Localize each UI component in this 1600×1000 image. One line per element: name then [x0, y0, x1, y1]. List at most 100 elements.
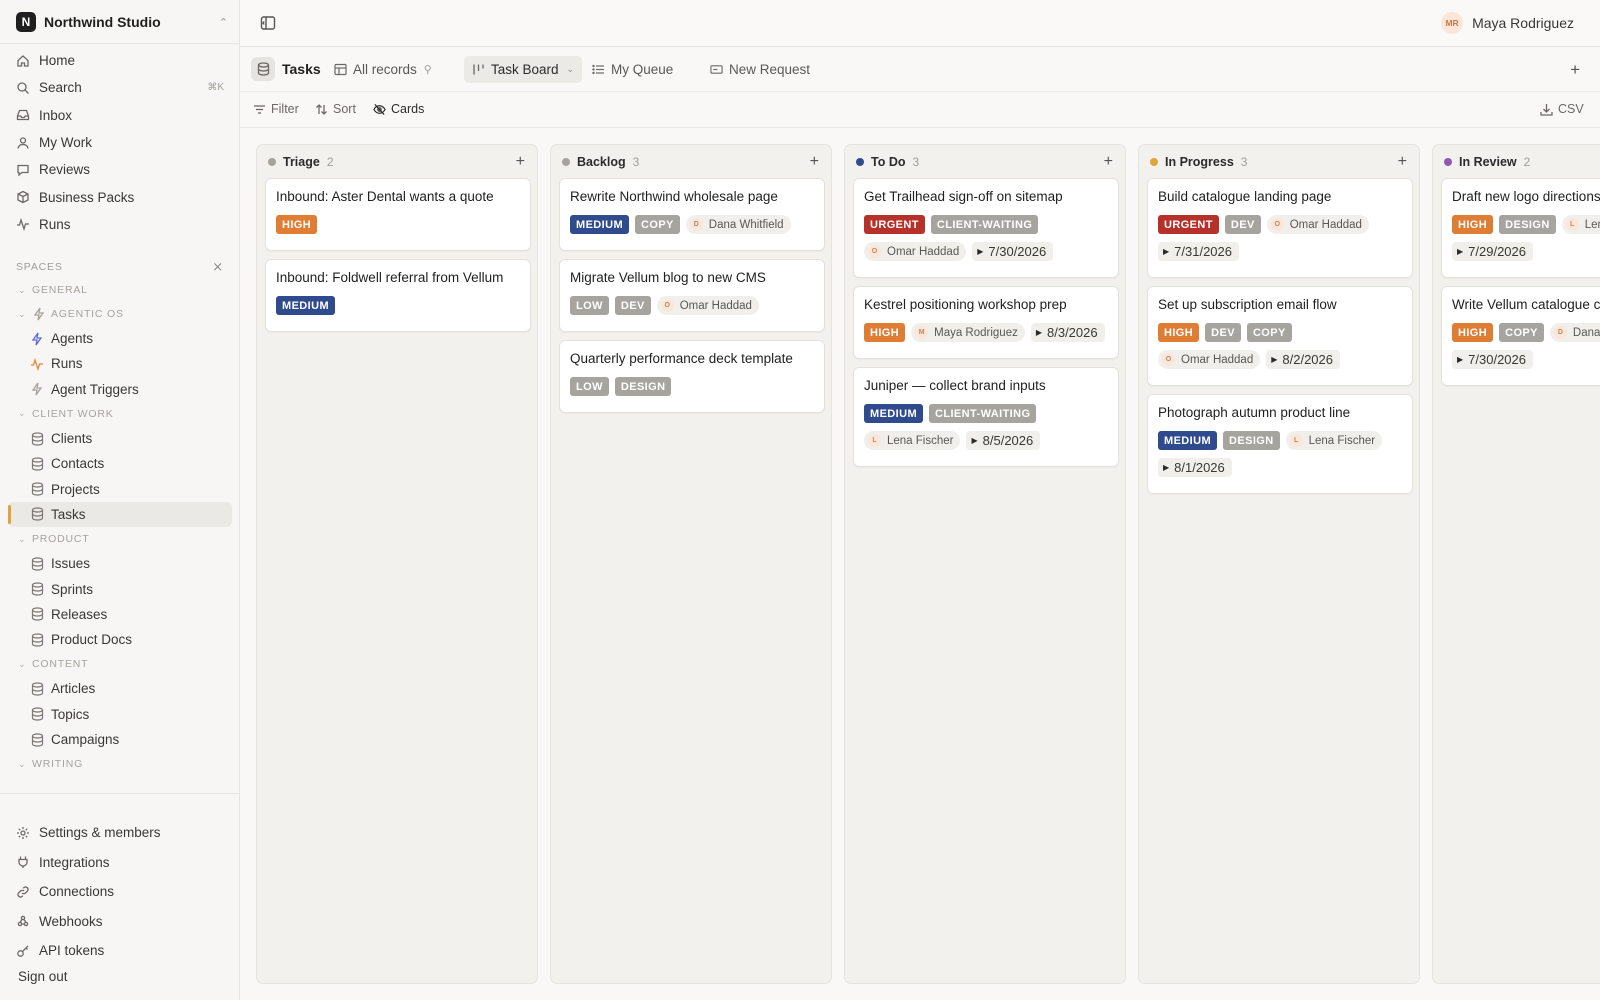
- chevron-down-icon: ⌄: [18, 533, 27, 544]
- nav-item-webhooks[interactable]: Webhooks: [8, 907, 232, 937]
- nav-item-search[interactable]: Search ⌘K: [8, 74, 232, 101]
- tab-task-board[interactable]: Task Board ⌄: [464, 56, 583, 83]
- task-card[interactable]: Kestrel positioning workshop prep HIGH M Ma…: [853, 286, 1119, 359]
- user-menu[interactable]: MR Maya Rodriguez: [1441, 11, 1574, 35]
- task-card[interactable]: Inbound: Foldwell referral from Vellum ME…: [265, 259, 531, 332]
- task-card[interactable]: Set up subscription email flow HIGH DEV COP…: [1147, 286, 1413, 386]
- task-card[interactable]: Write Vellum catalogue copy HIGH COPY D Dana…: [1441, 286, 1600, 386]
- sidebar-item-projects[interactable]: Projects: [8, 476, 232, 501]
- task-card[interactable]: Quarterly performance deck template LOW DE…: [559, 340, 825, 413]
- space-group-product[interactable]: ⌄ PRODUCT: [8, 527, 232, 551]
- csv-export-button[interactable]: CSV: [1540, 102, 1584, 116]
- task-card[interactable]: Rewrite Northwind wholesale page MEDIUM CO…: [559, 178, 825, 251]
- nav-item-settings-members[interactable]: Settings & members: [8, 818, 232, 848]
- sidebar-item-issues[interactable]: Issues: [8, 551, 232, 576]
- due-date-chip[interactable]: ▶ 7/30/2026: [1452, 350, 1533, 369]
- tag-badge: DEV: [1205, 323, 1241, 342]
- due-date: 7/30/2026: [988, 244, 1047, 259]
- sidebar-item-agent-triggers[interactable]: Agent Triggers: [8, 377, 232, 402]
- column-header: In Progress 3 +: [1150, 154, 1411, 170]
- pin-icon[interactable]: ⚲: [424, 63, 432, 76]
- add-card-icon[interactable]: +: [810, 154, 819, 170]
- card-title: Migrate Vellum blog to new CMS: [570, 270, 766, 285]
- due-date-chip[interactable]: ▶ 8/5/2026: [966, 431, 1041, 450]
- space-group-agentic-os[interactable]: ⌄ AGENTIC OS: [8, 302, 232, 326]
- filter-label: Filter: [271, 102, 299, 116]
- task-card[interactable]: Get Trailhead sign-off on sitemap URGENT C…: [853, 178, 1119, 278]
- nav-item-business-packs[interactable]: Business Packs: [8, 183, 232, 210]
- add-card-icon[interactable]: +: [516, 154, 525, 170]
- add-card-icon[interactable]: +: [1398, 154, 1407, 170]
- space-group-writing[interactable]: ⌄ WRITING: [8, 752, 232, 776]
- nav-item-reviews[interactable]: Reviews: [8, 156, 232, 183]
- priority-badge: URGENT: [1158, 215, 1219, 234]
- due-date-chip[interactable]: ▶ 8/1/2026: [1158, 458, 1232, 477]
- workspace-switcher[interactable]: N Northwind Studio ⌃: [16, 11, 228, 33]
- assignee-chip[interactable]: O Omar Haddad: [1158, 350, 1261, 369]
- sidebar-item-articles[interactable]: Articles: [8, 676, 232, 701]
- sidebar-item-clients[interactable]: Clients: [8, 426, 232, 451]
- due-date-chip[interactable]: ▶ 7/31/2026: [1158, 242, 1239, 261]
- due-date-chip[interactable]: ▶ 7/30/2026: [972, 242, 1054, 261]
- add-card-icon[interactable]: +: [1104, 154, 1113, 170]
- nav-item-connections[interactable]: Connections: [8, 877, 232, 907]
- assignee-chip[interactable]: L Lena Fischer: [1561, 215, 1600, 234]
- eye-off-icon: [373, 103, 386, 116]
- assignee-chip[interactable]: O Omar Haddad: [864, 242, 967, 261]
- avatar: O: [1162, 353, 1175, 366]
- nav-item-integrations[interactable]: Integrations: [8, 848, 232, 878]
- assignee-chip[interactable]: L Lena Fischer: [864, 431, 961, 450]
- cards-button[interactable]: Cards: [373, 102, 424, 116]
- add-view-icon[interactable]: +: [1570, 60, 1580, 80]
- sort-button[interactable]: Sort: [315, 102, 356, 116]
- space-group-content[interactable]: ⌄ CONTENT: [8, 652, 232, 676]
- sidebar-item-campaigns[interactable]: Campaigns: [8, 727, 232, 752]
- nav-item-inbox[interactable]: Inbox: [8, 102, 232, 129]
- sidebar-item-tasks[interactable]: Tasks: [8, 501, 232, 528]
- task-card[interactable]: Inbound: Aster Dental wants a quote HIGH: [265, 178, 531, 251]
- card-meta: URGENT DEV O Omar Haddad ▶ 7/31/2026: [1158, 215, 1402, 269]
- due-date-chip[interactable]: ▶ 7/29/2026: [1452, 242, 1533, 261]
- sign-out-link[interactable]: Sign out: [18, 969, 68, 984]
- assignee-chip[interactable]: M Maya Rodriguez: [911, 323, 1025, 342]
- sidebar-item-product-docs[interactable]: Product Docs: [8, 627, 232, 652]
- nav-item-runs[interactable]: Runs: [8, 211, 232, 238]
- task-card[interactable]: Draft new logo directions HIGH DESIGN L Lena…: [1441, 178, 1600, 278]
- tab-my-queue[interactable]: My Queue: [584, 56, 681, 83]
- view-tabs-bar: Tasks All records ⚲ Task Board ⌄ My Queue New…: [240, 47, 1600, 92]
- assignee-chip[interactable]: D Dana Whitfield: [1549, 323, 1600, 342]
- sidebar-item-label: Sprints: [51, 581, 94, 597]
- space-group-client-work[interactable]: ⌄ CLIENT WORK: [8, 402, 232, 426]
- play-icon: ▶: [1035, 328, 1042, 337]
- task-card[interactable]: Photograph autumn product line MEDIUM DESI…: [1147, 394, 1413, 494]
- nav-item-home[interactable]: Home: [8, 47, 232, 74]
- sidebar-toggle-icon[interactable]: [260, 15, 276, 31]
- task-card[interactable]: Migrate Vellum blog to new CMS LOW DEV O Oma…: [559, 259, 825, 332]
- workspace-name: Northwind Studio: [44, 14, 161, 30]
- collapse-all-icon[interactable]: ⨯: [212, 259, 224, 275]
- task-card[interactable]: Juniper — collect brand inputs MEDIUM CLIE…: [853, 367, 1119, 467]
- column-count: 3: [912, 155, 920, 169]
- assignee-chip[interactable]: L Lena Fischer: [1285, 431, 1383, 450]
- assignee-chip[interactable]: D Dana Whitfield: [685, 215, 791, 234]
- sidebar-item-releases[interactable]: Releases: [8, 602, 232, 627]
- filter-button[interactable]: Filter: [253, 102, 299, 116]
- nav-item-api-tokens[interactable]: API tokens: [8, 936, 232, 966]
- search-icon: [16, 81, 30, 95]
- due-date-chip[interactable]: ▶ 8/3/2026: [1030, 323, 1105, 342]
- sidebar-item-agents[interactable]: Agents: [8, 326, 232, 351]
- sidebar-item-runs[interactable]: Runs: [8, 351, 232, 376]
- sidebar-item-topics[interactable]: Topics: [8, 702, 232, 727]
- sidebar-item-label: Agents: [51, 331, 94, 347]
- task-card[interactable]: Build catalogue landing page URGENT DEV O Om…: [1147, 178, 1413, 278]
- sidebar-item-sprints[interactable]: Sprints: [8, 576, 232, 601]
- space-group-general[interactable]: ⌄ GENERAL: [8, 278, 232, 302]
- sidebar-item-contacts[interactable]: Contacts: [8, 451, 232, 476]
- tab-new-request[interactable]: New Request: [702, 56, 818, 83]
- chevron-down-icon[interactable]: ⌄: [567, 64, 575, 75]
- assignee-chip[interactable]: O Omar Haddad: [656, 296, 759, 315]
- assignee-chip[interactable]: O Omar Haddad: [1266, 215, 1369, 234]
- due-date-chip[interactable]: ▶ 8/2/2026: [1266, 350, 1340, 369]
- tab-all-records[interactable]: All records ⚲: [326, 56, 440, 83]
- nav-item-my-work[interactable]: My Work: [8, 129, 232, 156]
